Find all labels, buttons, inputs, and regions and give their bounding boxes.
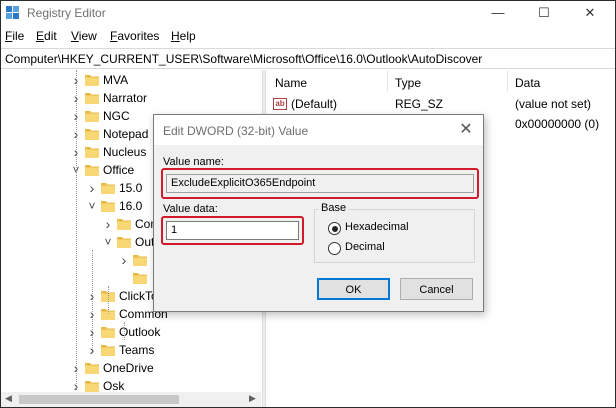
- folder-icon: [101, 183, 115, 194]
- address-bar[interactable]: Computer\HKEY_CURRENT_USER\Software\Micr…: [1, 48, 615, 69]
- maximize-button[interactable]: ☐: [521, 1, 567, 25]
- minimize-button[interactable]: —: [475, 1, 521, 25]
- tree-item-label[interactable]: Outlook: [119, 325, 160, 339]
- tree-horizontal-scrollbar[interactable]: ◀ ▶: [1, 392, 261, 407]
- cancel-button[interactable]: Cancel: [400, 278, 473, 300]
- menu-view[interactable]: View: [71, 29, 97, 43]
- dialog-title-bar: Edit DWORD (32-bit) Value ✕: [154, 115, 483, 145]
- value-name[interactable]: (Default): [291, 97, 337, 111]
- tree-item[interactable]: › Outlook: [1, 323, 261, 341]
- menu-edit[interactable]: Edit: [36, 29, 57, 43]
- column-divider[interactable]: [507, 70, 508, 92]
- column-header-name[interactable]: Name: [275, 76, 307, 90]
- value-data-label: Value data:: [163, 203, 218, 215]
- folder-icon: [85, 147, 99, 158]
- folder-icon: [85, 111, 99, 122]
- collapsed-chevron-icon[interactable]: ›: [87, 181, 97, 195]
- base-group-title: Base: [319, 202, 349, 214]
- tree-guide-line: [108, 286, 109, 314]
- base-group: [314, 209, 475, 263]
- menu-file[interactable]: File: [5, 29, 24, 43]
- scrollbar-thumb[interactable]: [19, 395, 179, 404]
- folder-icon: [85, 381, 99, 392]
- hexadecimal-radio[interactable]: [328, 222, 341, 235]
- menu-help[interactable]: Help: [171, 29, 196, 43]
- scroll-left-icon[interactable]: ◀: [5, 393, 12, 404]
- tree-item[interactable]: › Narrator: [1, 89, 261, 107]
- tree-guide-line: [92, 250, 93, 350]
- column-divider[interactable]: [387, 70, 388, 92]
- tree-item-label[interactable]: NGC: [103, 109, 130, 123]
- decimal-radio[interactable]: [328, 242, 341, 255]
- column-header-type[interactable]: Type: [395, 76, 421, 90]
- tree-item-label[interactable]: 16.0: [119, 199, 142, 213]
- tree-item-label[interactable]: Narrator: [103, 91, 147, 105]
- value-name-highlight: [161, 168, 479, 199]
- tree-item-label[interactable]: Teams: [119, 343, 154, 357]
- folder-icon: [85, 75, 99, 86]
- folder-icon: [101, 327, 115, 338]
- edit-dword-dialog: Edit DWORD (32-bit) Value ✕ Value name: …: [153, 114, 484, 312]
- value-name-label: Value name:: [163, 156, 224, 168]
- value-type: REG_SZ: [395, 97, 444, 111]
- tree-item-label[interactable]: ClickTo: [119, 289, 158, 303]
- value-data: (value not set): [515, 97, 592, 111]
- tree-item-label[interactable]: Osk: [103, 379, 124, 393]
- folder-icon: [133, 273, 147, 284]
- folder-icon: [85, 165, 99, 176]
- hexadecimal-label[interactable]: Hexadecimal: [345, 221, 409, 233]
- folder-icon: [85, 93, 99, 104]
- scroll-right-icon[interactable]: ▶: [249, 393, 256, 404]
- window-title: Registry Editor: [27, 6, 106, 20]
- expanded-chevron-icon[interactable]: ˅: [87, 200, 97, 212]
- folder-icon: [117, 219, 131, 230]
- tree-item[interactable]: › Teams: [1, 341, 261, 359]
- column-header-data[interactable]: Data: [515, 76, 540, 90]
- expanded-chevron-icon[interactable]: ˅: [103, 236, 113, 248]
- collapsed-chevron-icon[interactable]: ›: [119, 253, 129, 267]
- value-data-highlight: [161, 216, 304, 245]
- folder-icon: [85, 363, 99, 374]
- string-value-icon: ab: [273, 98, 287, 110]
- collapsed-chevron-icon[interactable]: ›: [103, 217, 113, 231]
- folder-icon: [133, 255, 147, 266]
- value-data: 0x00000000 (0): [515, 117, 600, 131]
- folder-icon: [117, 237, 131, 248]
- tree-item-label[interactable]: Notepad: [103, 127, 148, 141]
- tree-item[interactable]: › OneDrive: [1, 359, 261, 377]
- registry-editor-icon: [6, 6, 19, 19]
- tree-item-label[interactable]: 15.0: [119, 181, 142, 195]
- menu-favorites[interactable]: Favorites: [110, 29, 159, 43]
- tree-item[interactable]: › MVA: [1, 71, 261, 89]
- tree-guide-line: [124, 322, 125, 340]
- title-bar: Registry Editor — ☐ ✕: [1, 1, 615, 25]
- dialog-title: Edit DWORD (32-bit) Value: [163, 124, 309, 138]
- folder-icon: [101, 345, 115, 356]
- ok-button[interactable]: OK: [317, 278, 390, 300]
- dialog-close-button[interactable]: ✕: [454, 119, 478, 141]
- tree-item-label[interactable]: Nucleus: [103, 145, 146, 159]
- folder-icon: [101, 201, 115, 212]
- tree-item-label[interactable]: OneDrive: [103, 361, 154, 375]
- tree-guide-line: [76, 70, 77, 390]
- close-button[interactable]: ✕: [567, 1, 613, 25]
- tree-item-label[interactable]: Office: [103, 163, 134, 177]
- folder-icon: [85, 129, 99, 140]
- tree-item-label[interactable]: MVA: [103, 73, 128, 87]
- decimal-label[interactable]: Decimal: [345, 241, 385, 253]
